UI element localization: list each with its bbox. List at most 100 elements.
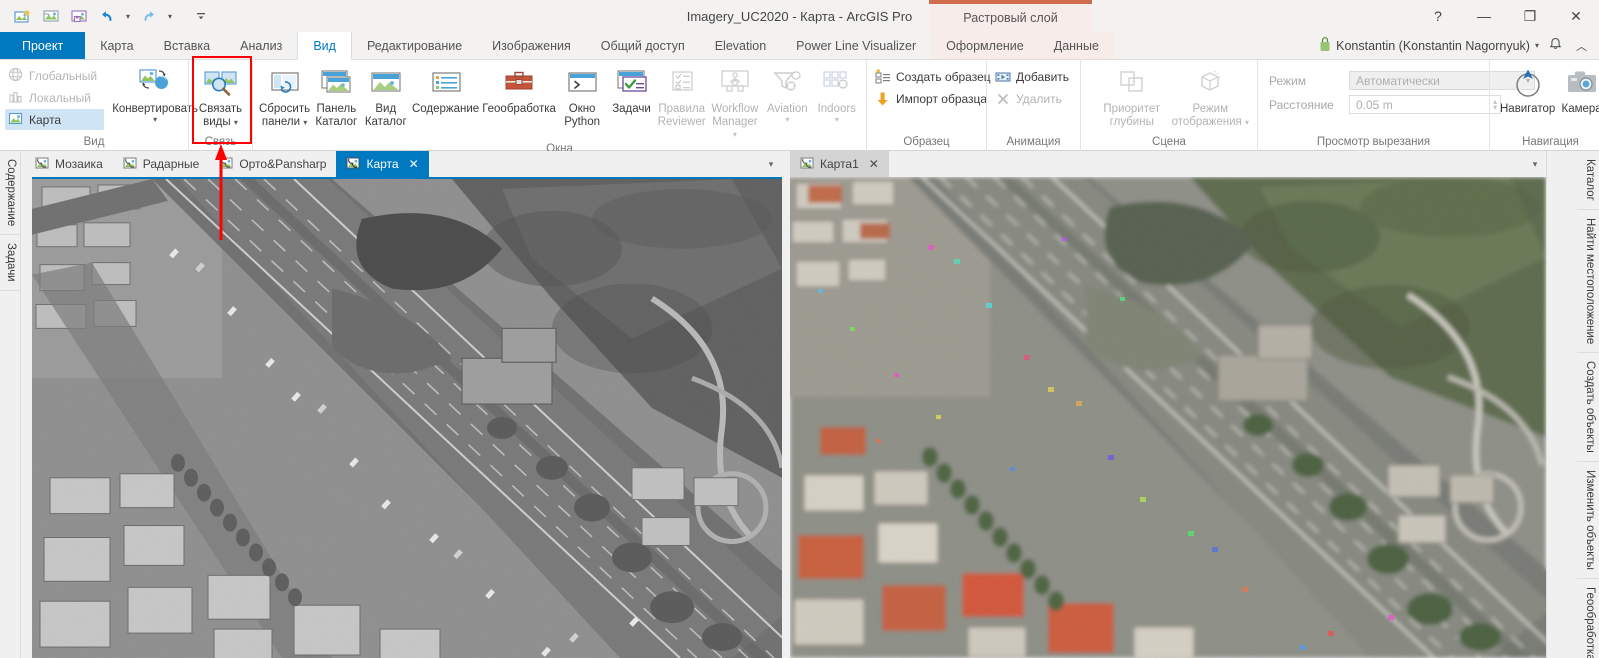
map-canvas-color[interactable]	[790, 177, 1546, 658]
view-item-global[interactable]: Глобальный	[5, 65, 104, 86]
dock-tab-catalog[interactable]: Каталог	[1577, 151, 1599, 210]
depth-priority-button[interactable]: Приоритет глубины	[1096, 63, 1168, 131]
tab-edit[interactable]: Редактирование	[352, 32, 477, 59]
dock-tab-contents[interactable]: Содержание	[0, 151, 20, 236]
import-sample-icon	[874, 90, 891, 107]
add-animation-button[interactable]: Добавить	[992, 66, 1075, 87]
depth-priority-label-1: Приоритет	[1103, 103, 1161, 115]
ribbon-group-windows: Сбросить панели ▾ Панель Каталог Вид Кат…	[252, 60, 866, 155]
link-views-button[interactable]: Связать виды ▾	[194, 63, 247, 131]
undo-icon[interactable]	[94, 4, 120, 28]
camera-button[interactable]: Камера	[1557, 63, 1599, 131]
dock-tab-find-location[interactable]: Найти местоположение	[1577, 209, 1599, 354]
convert-button[interactable]: Конвертировать ▾	[112, 63, 198, 131]
delete-animation-button[interactable]: Удалить	[992, 88, 1075, 109]
add-animation-label: Добавить	[1016, 69, 1070, 84]
navigator-icon	[1511, 67, 1545, 101]
save-project-icon[interactable]	[66, 4, 92, 28]
view-item-local[interactable]: Локальный	[5, 87, 104, 108]
workflow-manager-label-1: Workflow	[711, 103, 759, 115]
tab-analysis[interactable]: Анализ	[225, 32, 297, 59]
close-icon[interactable]: ✕	[869, 157, 879, 171]
create-sample-button[interactable]: Создать образец	[872, 66, 997, 87]
ribbon-group-animation: Добавить Удалить Анимация	[986, 60, 1080, 151]
new-project-icon[interactable]	[10, 4, 36, 28]
collapse-ribbon-icon[interactable]: ︿	[1572, 38, 1591, 54]
minimize-button[interactable]: —	[1461, 0, 1507, 32]
tab-view[interactable]: Вид	[297, 32, 352, 60]
account-area[interactable]: Konstantin (Konstantin Nagornyuk) ▾	[1319, 36, 1539, 55]
view-tab-mosaic[interactable]: Мозаика	[25, 151, 113, 177]
indoors-caret-icon[interactable]: ▾	[835, 115, 839, 124]
catalog-pane-button[interactable]: Панель Каталог	[312, 63, 360, 131]
contents-button[interactable]: Содержание	[411, 63, 480, 131]
python-window-icon	[564, 67, 600, 101]
display-mode-button[interactable]: Режим отображения ▾	[1169, 63, 1252, 131]
tab-share[interactable]: Общий доступ	[586, 32, 700, 59]
navigator-button[interactable]: Навигатор	[1499, 63, 1556, 131]
customize-qat-icon[interactable]	[188, 4, 214, 28]
dock-tab-geoprocessing[interactable]: Геообработка	[1577, 578, 1599, 658]
view-tab-karta1[interactable]: Карта1 ✕	[790, 151, 889, 177]
tasks-button[interactable]: Задачи	[607, 63, 655, 131]
tab-imagery[interactable]: Изображения	[477, 32, 586, 59]
tab-appearance[interactable]: Оформление	[931, 32, 1039, 59]
view-tab-overflow-icon-right[interactable]: ▾	[1524, 151, 1546, 177]
view-item-map[interactable]: Карта	[5, 109, 105, 130]
convert-caret-icon[interactable]: ▾	[153, 115, 157, 124]
catalog-view-label-1: Вид	[375, 103, 397, 115]
link-views-label-1: Связать	[198, 103, 243, 115]
view-tab-karta1-label: Карта1	[820, 157, 859, 171]
open-project-icon[interactable]	[38, 4, 64, 28]
reviewer-rules-button[interactable]: Правила Reviewer	[657, 63, 707, 131]
view-tab-ortho-pansharp[interactable]: Орто&Pansharp	[209, 151, 336, 177]
geoprocessing-button[interactable]: Геообработка	[481, 63, 557, 131]
bell-icon[interactable]	[1545, 37, 1566, 54]
view-tab-strip: Мозаика Радарные Орто&Pansharp Карта ✕ ▾…	[0, 151, 1599, 177]
tab-data[interactable]: Данные	[1038, 32, 1114, 59]
help-button[interactable]: ?	[1415, 0, 1461, 32]
reset-panes-label-1: Сбросить	[259, 103, 311, 115]
workflow-manager-button[interactable]: Workflow Manager ▾	[708, 63, 762, 142]
view-tab-karta[interactable]: Карта ✕	[336, 151, 429, 177]
indoors-icon	[819, 67, 855, 101]
tab-project[interactable]: Проект	[0, 32, 86, 59]
aviation-caret-icon[interactable]: ▾	[785, 115, 789, 124]
python-window-button[interactable]: Окно Python	[558, 63, 606, 131]
view-tab-ortho-pansharp-label: Орто&Pansharp	[239, 157, 327, 171]
view-tab-radar[interactable]: Радарные	[113, 151, 210, 177]
account-caret-icon[interactable]: ▾	[1535, 41, 1539, 50]
account-name[interactable]: Konstantin (Konstantin Nagornyuk)	[1336, 39, 1530, 53]
dock-tab-create-features[interactable]: Создать объекты	[1577, 353, 1599, 462]
display-mode-label-2: отображения	[1171, 115, 1242, 128]
tab-power-line-visualizer[interactable]: Power Line Visualizer	[781, 32, 931, 59]
create-sample-label: Создать образец	[896, 69, 991, 84]
catalog-view-button[interactable]: Вид Каталог	[362, 63, 410, 131]
reset-panes-button[interactable]: Сбросить панели ▾	[258, 63, 311, 131]
tab-map[interactable]: Карта	[85, 32, 148, 59]
python-window-label-1: Окно	[568, 103, 596, 115]
navigator-label: Навигатор	[1500, 103, 1556, 115]
map-view-karta1[interactable]	[790, 177, 1546, 658]
clip-distance-spinner[interactable]: 0.05 m ▴ ▾	[1349, 95, 1501, 114]
close-icon[interactable]: ✕	[409, 157, 419, 171]
close-button[interactable]: ✕	[1553, 0, 1599, 32]
tab-elevation[interactable]: Elevation	[700, 32, 781, 59]
reviewer-rules-label-2: Reviewer	[657, 115, 706, 128]
indoors-button[interactable]: Indoors ▾	[813, 63, 861, 131]
dock-tab-tasks[interactable]: Задачи	[0, 235, 20, 291]
ribbon-group-sample: Создать образец Импорт образца Образец	[866, 60, 991, 151]
ribbon-group-scene-label: Сцена	[1152, 136, 1186, 148]
redo-icon[interactable]	[136, 4, 162, 28]
dock-tab-modify-features[interactable]: Изменить объекты	[1577, 461, 1599, 579]
map-canvas-grayscale[interactable]	[32, 179, 782, 658]
maximize-button[interactable]: ❐	[1507, 0, 1553, 32]
clip-distance-value: 0.05 m	[1356, 97, 1393, 112]
import-sample-button[interactable]: Импорт образца	[872, 88, 997, 109]
view-tab-overflow-icon-left[interactable]: ▾	[760, 151, 782, 177]
redo-dropdown-icon[interactable]: ▾	[164, 4, 176, 28]
aviation-button[interactable]: Aviation ▾	[763, 63, 811, 131]
undo-dropdown-icon[interactable]: ▾	[122, 4, 134, 28]
map-view-karta[interactable]	[32, 177, 782, 658]
tab-insert[interactable]: Вставка	[149, 32, 225, 59]
